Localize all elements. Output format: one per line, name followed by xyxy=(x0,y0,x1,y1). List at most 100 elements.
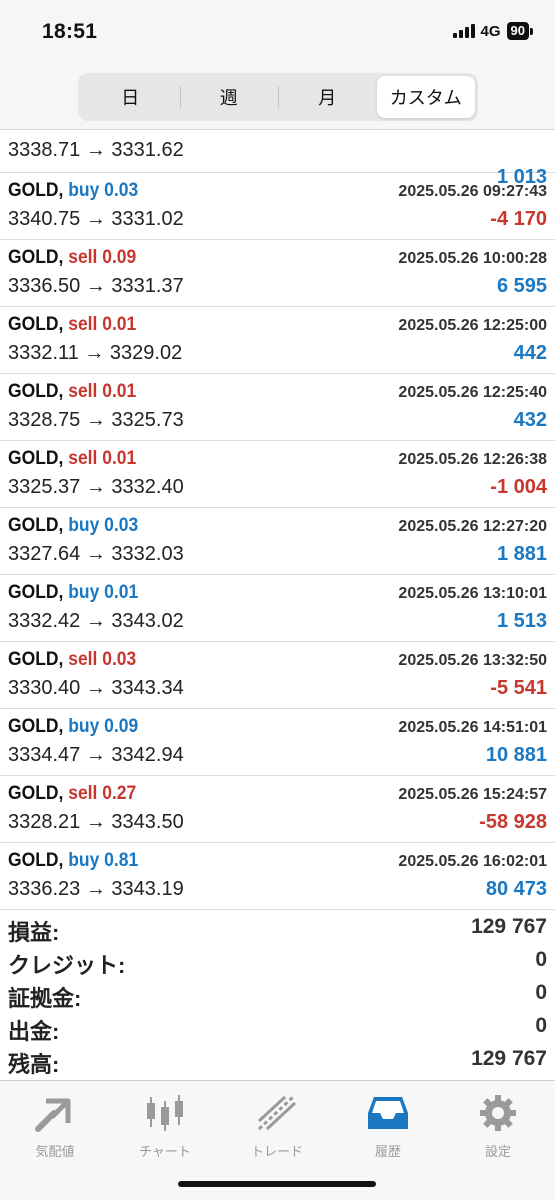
battery-icon: 90 xyxy=(506,22,529,40)
list-item[interactable]: GOLD, buy 0.03 2025.05.26 09:27:43 3340.75… xyxy=(0,173,555,240)
trade-profit: 6 595 xyxy=(496,275,547,297)
trade-side: buy 0.81 xyxy=(68,850,139,871)
list-item[interactable]: GOLD, buy 0.09 2025.05.26 14:51:01 3334.47… xyxy=(0,709,555,776)
trade-profit: 442 xyxy=(513,342,547,364)
trade-time: 2025.05.26 12:26:38 xyxy=(398,451,547,468)
trade-symbol: GOLD, xyxy=(8,180,64,201)
summary-value: 0 xyxy=(535,1014,547,1037)
trade-time: 2025.05.26 16:02:01 xyxy=(398,853,547,870)
trade-symbol: GOLD, xyxy=(8,247,64,268)
cellular-signal-icon xyxy=(452,24,475,38)
summary-label: 出金: xyxy=(8,1019,60,1044)
candlestick-chart-icon xyxy=(120,1091,210,1135)
trade-symbol: GOLD, xyxy=(8,381,64,402)
trade-title: GOLD, buy 0.01 xyxy=(8,582,138,604)
trade-time: 2025.05.26 12:25:40 xyxy=(398,384,547,401)
network-type: 4G xyxy=(480,22,501,40)
list-item[interactable]: GOLD, sell 0.27 2025.05.26 15:24:57 3328.2… xyxy=(0,776,555,843)
summary-label: クレジット: xyxy=(8,953,126,978)
trade-prices: 3328.21 → 3343.50 xyxy=(8,811,184,833)
trade-title: GOLD, sell 0.09 xyxy=(8,247,136,269)
trade-title: GOLD, sell 0.01 xyxy=(8,314,136,336)
nav-label: 履歴 xyxy=(374,1144,401,1159)
trade-prices: 3336.23 → 3343.19 xyxy=(8,878,184,900)
trade-side: sell 0.01 xyxy=(68,448,137,469)
list-item[interactable]: 3338.71 → 3331.62 1 013 xyxy=(0,131,555,188)
status-bar: 18:51 4G 90 xyxy=(0,0,555,66)
trade-profit: -1 004 xyxy=(490,476,547,498)
summary-value: 0 xyxy=(535,981,547,1004)
trade-time: 2025.05.26 15:24:57 xyxy=(398,786,547,803)
tab-week[interactable]: 週 xyxy=(179,76,279,118)
trade-line-icon xyxy=(232,1091,322,1135)
trade-symbol: GOLD, xyxy=(8,716,64,737)
nav-label: トレード xyxy=(250,1144,303,1159)
trade-profit: -58 928 xyxy=(479,811,547,833)
list-item[interactable]: GOLD, buy 0.03 2025.05.26 12:27:20 3327.64… xyxy=(0,508,555,575)
summary-withdrawal: 出金: 0 xyxy=(0,1011,555,1044)
trade-side: buy 0.01 xyxy=(68,582,139,603)
trade-history-list[interactable]: 3338.71 → 3331.62 1 013 GOLD, buy 0.03 20… xyxy=(0,131,555,910)
trade-prices: 3332.42 → 3343.02 xyxy=(8,610,184,632)
list-item[interactable]: GOLD, sell 0.01 2025.05.26 12:25:00 3332.1… xyxy=(0,307,555,374)
trade-side: sell 0.09 xyxy=(68,247,137,268)
trade-prices: 3336.50 → 3331.37 xyxy=(8,275,184,297)
trade-title: GOLD, buy 0.03 xyxy=(8,180,138,202)
trade-symbol: GOLD, xyxy=(8,783,64,804)
list-item[interactable]: GOLD, sell 0.01 2025.05.26 12:25:40 3328.7… xyxy=(0,374,555,441)
trade-prices: 3327.64 → 3332.03 xyxy=(8,543,184,565)
period-segmented-control: 日 週 月 カスタム xyxy=(78,73,478,121)
trade-side: buy 0.03 xyxy=(68,515,139,536)
list-item[interactable]: GOLD, sell 0.01 2025.05.26 12:26:38 3325.3… xyxy=(0,441,555,508)
trade-side: buy 0.09 xyxy=(68,716,139,737)
list-item[interactable]: GOLD, buy 0.01 2025.05.26 13:10:01 3332.42… xyxy=(0,575,555,642)
trade-profit: 432 xyxy=(513,409,547,431)
trade-title: GOLD, buy 0.81 xyxy=(8,850,138,872)
nav-quotes[interactable]: 気配値 xyxy=(10,1091,100,1160)
home-indicator[interactable] xyxy=(178,1181,376,1187)
trade-title: GOLD, buy 0.09 xyxy=(8,716,138,738)
period-tabs-bar: 日 週 月 カスタム xyxy=(0,66,555,130)
trade-time: 2025.05.26 09:27:43 xyxy=(398,183,547,200)
trade-title: GOLD, buy 0.03 xyxy=(8,515,138,537)
trade-symbol: GOLD, xyxy=(8,448,64,469)
status-time: 18:51 xyxy=(42,20,98,43)
nav-trade[interactable]: トレード xyxy=(232,1091,322,1160)
trade-side: sell 0.01 xyxy=(68,381,137,402)
trade-symbol: GOLD, xyxy=(8,515,64,536)
trade-title: GOLD, sell 0.03 xyxy=(8,649,136,671)
summary-credit: クレジット: 0 xyxy=(0,945,555,978)
trade-prices: 3328.75 → 3325.73 xyxy=(8,409,184,431)
trade-profit: 10 881 xyxy=(485,744,547,766)
trade-time: 2025.05.26 13:32:50 xyxy=(398,652,547,669)
tab-custom[interactable]: カスタム xyxy=(376,76,475,118)
nav-chart[interactable]: チャート xyxy=(120,1091,210,1160)
trade-symbol: GOLD, xyxy=(8,314,64,335)
list-item[interactable]: GOLD, sell 0.03 2025.05.26 13:32:50 3330.4… xyxy=(0,642,555,709)
quotes-arrows-icon xyxy=(10,1091,100,1135)
trade-title: GOLD, sell 0.01 xyxy=(8,448,136,470)
summary-value: 129 767 xyxy=(471,1047,547,1070)
list-item[interactable]: GOLD, sell 0.09 2025.05.26 10:00:28 3336.5… xyxy=(0,240,555,307)
trade-side: buy 0.03 xyxy=(68,180,139,201)
trade-prices: 3332.11 → 3329.02 xyxy=(8,342,183,364)
account-summary: 損益: 129 767 クレジット: 0 証拠金: 0 出金: 0 残高: 12… xyxy=(0,912,555,1077)
gear-icon xyxy=(453,1091,543,1135)
trade-profit: 1 881 xyxy=(496,543,547,565)
summary-value: 129 767 xyxy=(471,915,547,938)
trade-side: sell 0.27 xyxy=(68,783,137,804)
trade-time: 2025.05.26 14:51:01 xyxy=(398,719,547,736)
trade-time: 2025.05.26 10:00:28 xyxy=(398,250,547,267)
history-inbox-icon xyxy=(343,1091,433,1135)
tab-month[interactable]: 月 xyxy=(278,76,377,118)
summary-balance: 残高: 129 767 xyxy=(0,1044,555,1077)
trade-time: 2025.05.26 12:27:20 xyxy=(398,518,547,535)
trade-prices: 3340.75 → 3331.02 xyxy=(8,208,184,230)
nav-history[interactable]: 履歴 xyxy=(343,1091,433,1160)
trade-profit: -4 170 xyxy=(490,208,547,230)
tab-day[interactable]: 日 xyxy=(81,76,180,118)
nav-label: 気配値 xyxy=(35,1144,75,1159)
trade-side: sell 0.01 xyxy=(68,314,137,335)
nav-settings[interactable]: 設定 xyxy=(453,1091,543,1160)
list-item[interactable]: GOLD, buy 0.81 2025.05.26 16:02:01 3336.23… xyxy=(0,843,555,910)
